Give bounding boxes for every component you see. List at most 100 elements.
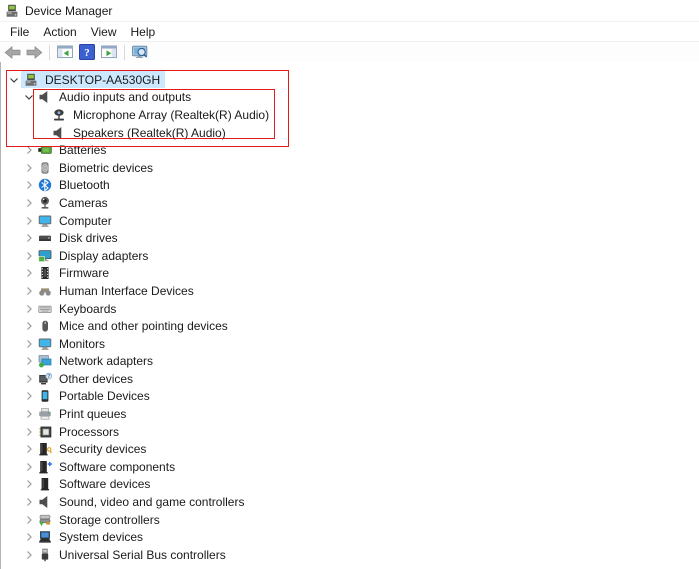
tree-item-software-devices[interactable]: Software devices	[1, 476, 699, 494]
tree-item-firmware[interactable]: Firmware	[1, 265, 699, 283]
tree-item-keyboards[interactable]: Keyboards	[1, 300, 699, 318]
tree-item-network-adapters[interactable]: Network adapters	[1, 353, 699, 371]
tree-item-system-devices[interactable]: System devices	[1, 528, 699, 546]
chevron-right-icon[interactable]	[22, 214, 36, 228]
tree-item-security-devices[interactable]: Security devices	[1, 440, 699, 458]
tree-item-sound-video-game[interactable]: Sound, video and game controllers	[1, 493, 699, 511]
chevron-right-icon[interactable]	[22, 495, 36, 509]
window-title: Device Manager	[25, 4, 112, 18]
software-device-icon	[37, 477, 52, 492]
title-bar: Device Manager	[0, 0, 699, 22]
chevron-right-icon[interactable]	[22, 548, 36, 562]
speaker-icon	[51, 125, 66, 140]
chevron-right-icon[interactable]	[22, 530, 36, 544]
menu-file[interactable]: File	[3, 23, 36, 41]
tree-item-cameras[interactable]: Cameras	[1, 194, 699, 212]
tree-item-storage-controllers[interactable]: Storage controllers	[1, 511, 699, 529]
indent-spacer	[36, 126, 50, 140]
help-button[interactable]: ?	[76, 43, 98, 61]
system-device-icon	[37, 530, 52, 545]
tree-item-print-queues[interactable]: Print queues	[1, 405, 699, 423]
chevron-down-icon[interactable]	[22, 90, 36, 104]
hid-icon	[37, 283, 52, 298]
microphone-array-icon	[51, 107, 66, 122]
menu-view[interactable]: View	[84, 23, 124, 41]
tree-item-portable-devices[interactable]: Portable Devices	[1, 388, 699, 406]
svg-text:?: ?	[84, 47, 90, 59]
chevron-right-icon[interactable]	[22, 425, 36, 439]
tree-item-label: Firmware	[56, 266, 112, 280]
chevron-right-icon[interactable]	[22, 161, 36, 175]
tree-item-batteries[interactable]: Batteries	[1, 141, 699, 159]
tree-item-other-devices[interactable]: ? Other devices	[1, 370, 699, 388]
display-adapter-icon	[37, 248, 52, 263]
tree-item-label: Software devices	[56, 477, 153, 491]
chevron-right-icon[interactable]	[22, 266, 36, 280]
tree-item-processors[interactable]: Processors	[1, 423, 699, 441]
tree-item-desktop-root[interactable]: DESKTOP-AA530GH	[1, 71, 699, 89]
chevron-right-icon[interactable]	[22, 513, 36, 527]
chevron-right-icon[interactable]	[22, 460, 36, 474]
mouse-icon	[37, 319, 52, 334]
show-console-tree-icon	[57, 44, 73, 60]
tree-item-computer[interactable]: Computer	[1, 212, 699, 230]
tree-item-label: Software components	[56, 460, 178, 474]
tree-item-label: Keyboards	[56, 302, 119, 316]
tree-item-label: Display adapters	[56, 249, 151, 263]
tree-item-label: Microphone Array (Realtek(R) Audio)	[70, 108, 272, 122]
back-button[interactable]	[1, 43, 23, 61]
chevron-right-icon[interactable]	[22, 143, 36, 157]
chevron-right-icon[interactable]	[22, 372, 36, 386]
tree-item-microphone-array[interactable]: Microphone Array (Realtek(R) Audio)	[1, 106, 699, 124]
fingerprint-icon	[37, 160, 52, 175]
forward-button[interactable]	[23, 43, 45, 61]
monitor-icon	[37, 336, 52, 351]
forward-arrow-icon	[26, 45, 43, 60]
tree-item-usb-controllers[interactable]: Universal Serial Bus controllers	[1, 546, 699, 564]
chevron-right-icon[interactable]	[22, 319, 36, 333]
tree-item-monitors[interactable]: Monitors	[1, 335, 699, 353]
tree-item-biometric-devices[interactable]: Biometric devices	[1, 159, 699, 177]
chevron-down-icon[interactable]	[7, 73, 21, 87]
menu-action[interactable]: Action	[36, 23, 83, 41]
monitor-icon	[37, 213, 52, 228]
device-manager-window: Device Manager File Action View Help ? D…	[0, 0, 699, 569]
device-manager-icon	[5, 4, 19, 18]
storage-controller-icon	[37, 512, 52, 527]
chevron-right-icon[interactable]	[22, 407, 36, 421]
speaker-icon	[37, 495, 52, 510]
chevron-right-icon[interactable]	[22, 302, 36, 316]
chevron-right-icon[interactable]	[22, 231, 36, 245]
chevron-right-icon[interactable]	[22, 337, 36, 351]
chevron-right-icon[interactable]	[22, 196, 36, 210]
show-console-tree-button[interactable]	[54, 43, 76, 61]
speaker-icon	[37, 90, 52, 105]
chevron-right-icon[interactable]	[22, 442, 36, 456]
indent-spacer	[36, 108, 50, 122]
tree-item-display-adapters[interactable]: Display adapters	[1, 247, 699, 265]
tree-item-bluetooth[interactable]: Bluetooth	[1, 177, 699, 195]
menu-help[interactable]: Help	[124, 23, 163, 41]
chevron-right-icon[interactable]	[22, 389, 36, 403]
chevron-right-icon[interactable]	[22, 249, 36, 263]
toolbar-separator	[124, 45, 125, 60]
tree-item-disk-drives[interactable]: Disk drives	[1, 229, 699, 247]
chevron-right-icon[interactable]	[22, 354, 36, 368]
tree-item-label: Biometric devices	[56, 161, 156, 175]
tree-item-audio-inputs-outputs[interactable]: Audio inputs and outputs	[1, 89, 699, 107]
chevron-right-icon[interactable]	[22, 178, 36, 192]
tree-item-label: Bluetooth	[56, 178, 113, 192]
tree-item-mice[interactable]: Mice and other pointing devices	[1, 317, 699, 335]
portable-device-icon	[37, 389, 52, 404]
scan-hardware-changes-button[interactable]	[129, 43, 151, 61]
chevron-right-icon[interactable]	[22, 477, 36, 491]
tree-item-label: Batteries	[56, 143, 109, 157]
bluetooth-icon	[37, 178, 52, 193]
chevron-right-icon[interactable]	[22, 284, 36, 298]
selected-row-highlight: DESKTOP-AA530GH	[21, 71, 165, 88]
tree-item-human-interface-devices[interactable]: Human Interface Devices	[1, 282, 699, 300]
tree-item-label: Other devices	[56, 372, 136, 386]
tree-item-speakers[interactable]: Speakers (Realtek(R) Audio)	[1, 124, 699, 142]
show-action-pane-button[interactable]	[98, 43, 120, 61]
tree-item-software-components[interactable]: Software components	[1, 458, 699, 476]
